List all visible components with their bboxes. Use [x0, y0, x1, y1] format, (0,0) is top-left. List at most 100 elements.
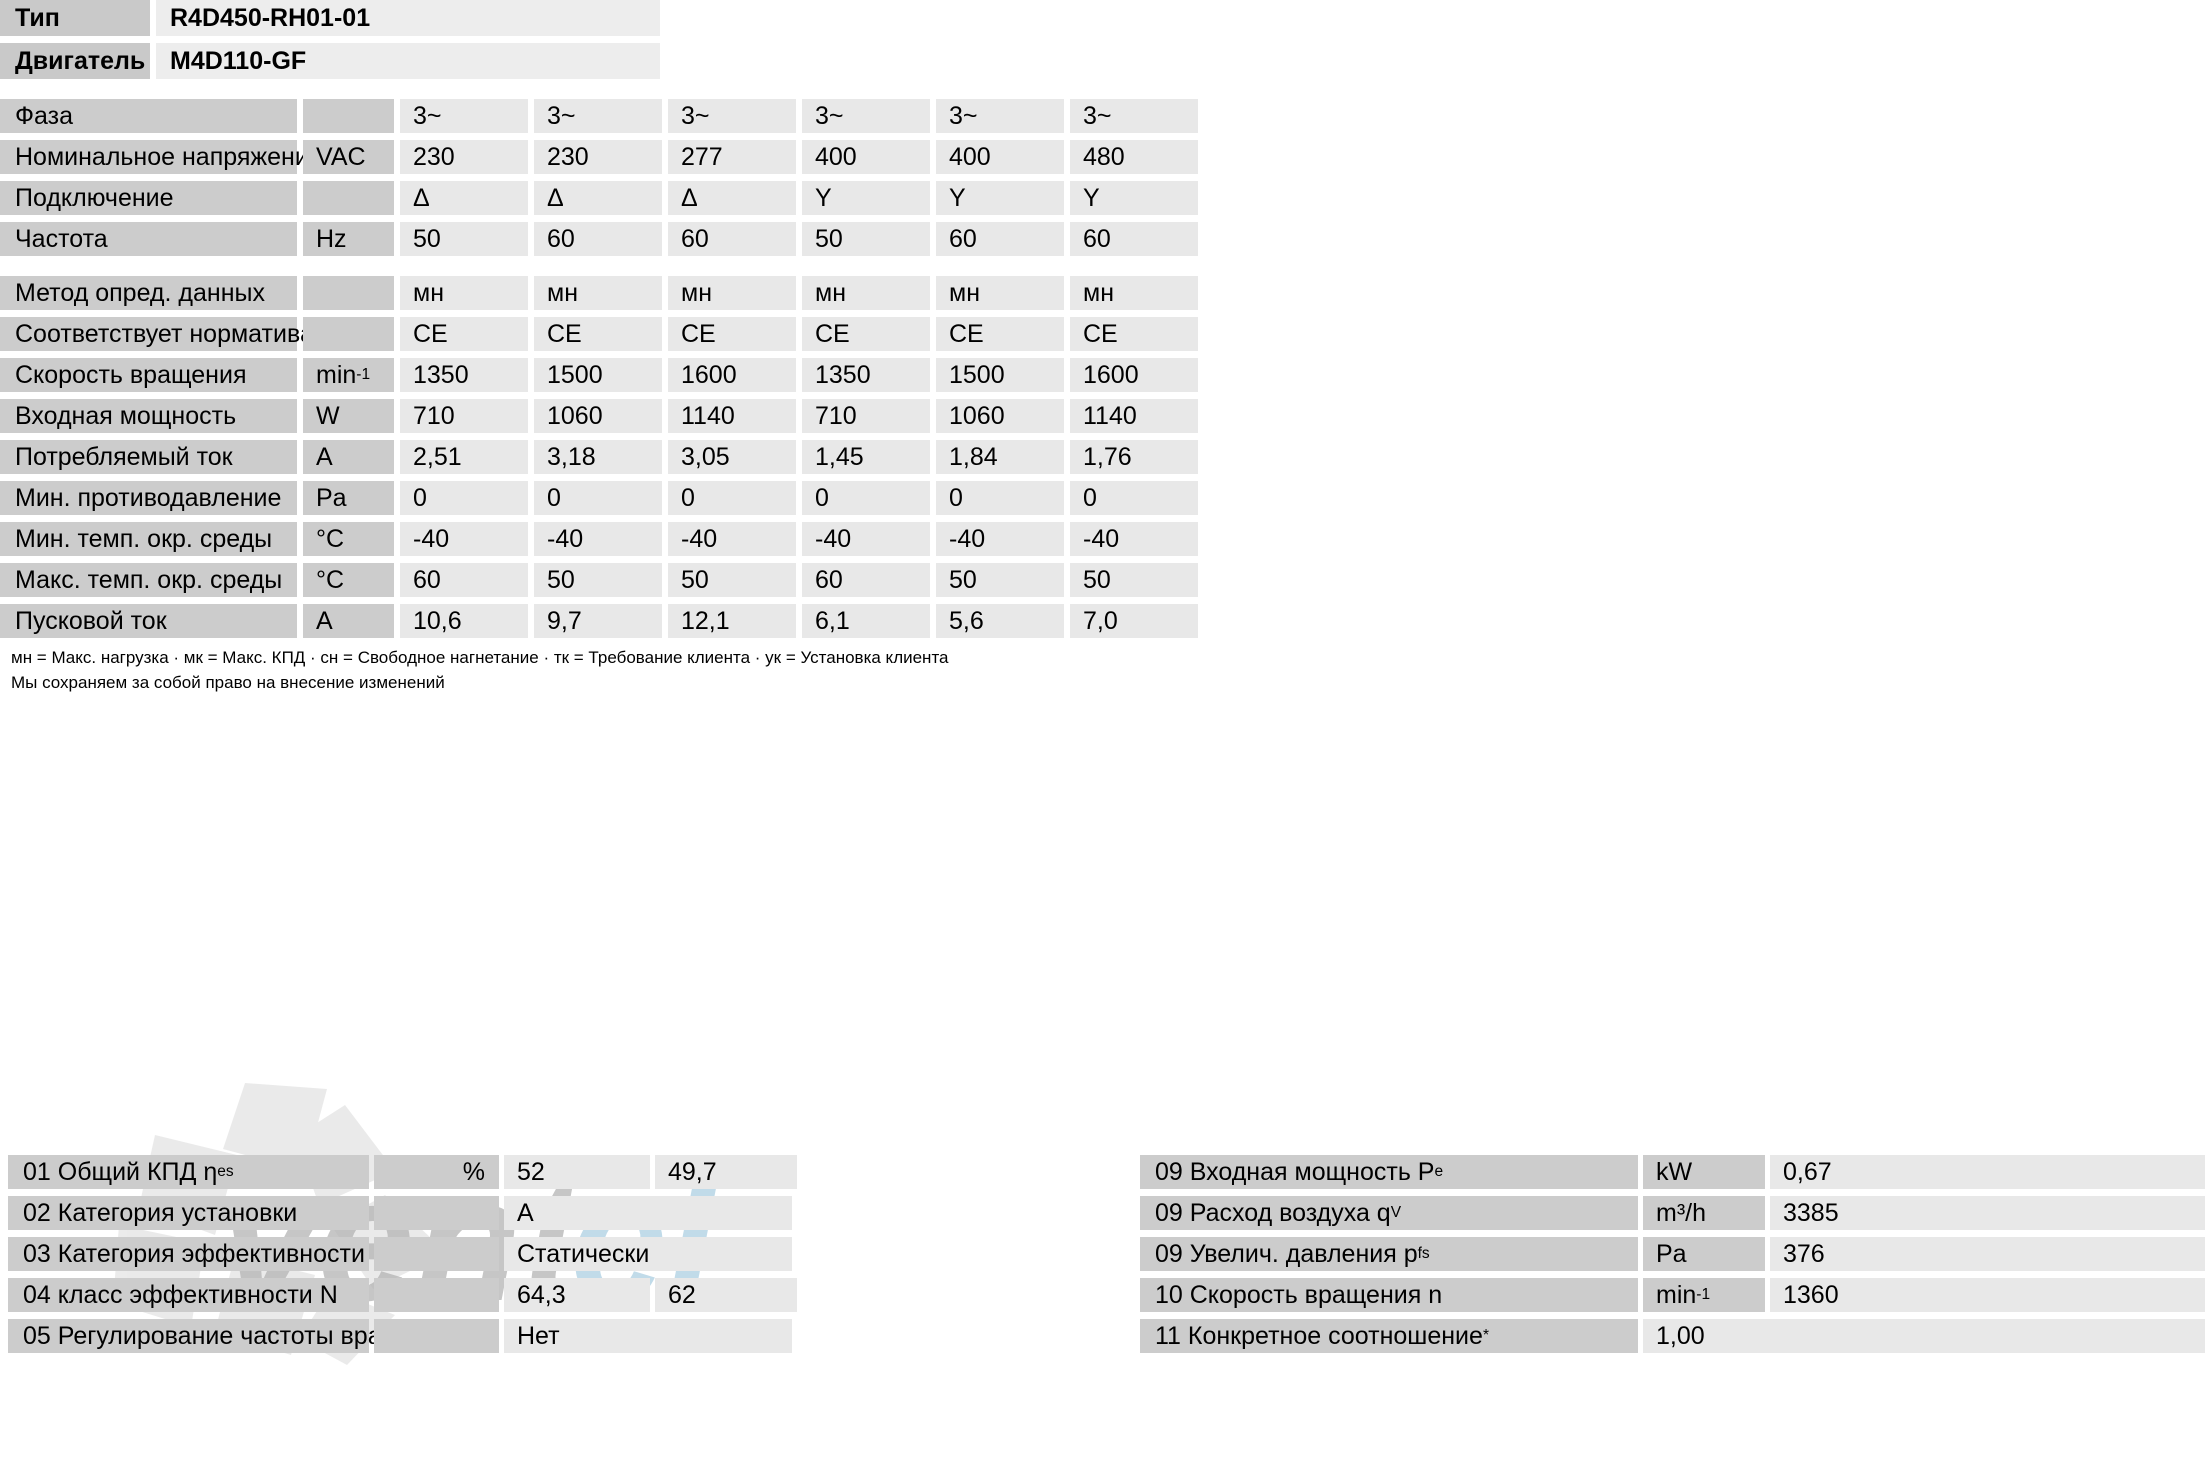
erp-left-row: 03 Категория эффективности Статически [8, 1237, 797, 1271]
spec-row: Подключение Δ Δ Δ Y Y Y [0, 181, 1198, 215]
erp-row-unit [374, 1196, 499, 1230]
erp-left-row: 05 Регулирование частоты вращения Нет [8, 1319, 797, 1353]
spec-cell: 6,1 [802, 604, 930, 638]
spec-cell: 10,6 [400, 604, 528, 638]
spec-cell: 0 [936, 481, 1064, 515]
spec-cell: 3~ [668, 99, 796, 133]
spec-cell: -40 [668, 522, 796, 556]
spec-row: Скорость вращения min -1 1350 1500 1600 1350 15… [0, 358, 1198, 392]
erp-value-1: 52 [504, 1155, 650, 1189]
spec-cell: -40 [1070, 522, 1198, 556]
spec-cell: Y [802, 181, 930, 215]
erp-row-label: 09 Входная мощность Pe [1140, 1155, 1638, 1189]
erp-left-row: 02 Категория установки A [8, 1196, 797, 1230]
spec-cell: 60 [936, 222, 1064, 256]
spec-cell: 50 [400, 222, 528, 256]
erp-value-1: Статически [504, 1237, 792, 1271]
spec-cell: 400 [936, 140, 1064, 174]
spec-cell: 0 [802, 481, 930, 515]
spec-row-unit: W [303, 399, 394, 433]
erp-value-2: 62 [655, 1278, 797, 1312]
erp-left-row: 04 класс эффективности N 64,3 62 [8, 1278, 797, 1312]
spec-cell: CE [534, 317, 662, 351]
spec-row-label: Номинальное напряжение [0, 140, 323, 174]
spec-cell: 50 [534, 563, 662, 597]
spec-row: Мин. противодавление Pa 0 0 0 0 0 0 [0, 481, 1198, 515]
spec-row-unit: Hz [303, 222, 394, 256]
spec-cell: -40 [802, 522, 930, 556]
specification-table: Фаза 3~ 3~ 3~ 3~ 3~ 3~ Номинальное напряжение VA… [0, 99, 1198, 645]
spec-row-unit: °C [303, 522, 394, 556]
spec-row-unit [303, 99, 394, 133]
spec-cell: 1350 [802, 358, 930, 392]
spec-cell: CE [668, 317, 796, 351]
spec-row-label: Частота [0, 222, 297, 256]
erp-row-label: 03 Категория эффективности [8, 1237, 369, 1271]
erp-row-label: 05 Регулирование частоты вращения [8, 1319, 457, 1353]
spec-cell: 230 [400, 140, 528, 174]
header-value: R4D450-RH01-01 [156, 0, 660, 36]
erp-left-row: 01 Общий КПД η es% 52 49,7 [8, 1155, 797, 1189]
spec-cell: мн [400, 276, 528, 310]
spec-row-label: Потребляемый ток [0, 440, 297, 474]
spec-cell: Δ [668, 181, 796, 215]
spec-row: Макс. темп. окр. среды °C 60 50 50 60 50 50 [0, 563, 1198, 597]
erp-row-unit: min -1 [1643, 1278, 1765, 1312]
spec-cell: 60 [1070, 222, 1198, 256]
spec-row: Соответствует нормативам CE CE CE CE CE CE [0, 317, 1198, 351]
spec-cell: CE [936, 317, 1064, 351]
spec-cell: 400 [802, 140, 930, 174]
spec-cell: Δ [400, 181, 528, 215]
spec-cell: -40 [936, 522, 1064, 556]
erp-row-unit: kW [1643, 1155, 1765, 1189]
spec-cell: Δ [534, 181, 662, 215]
erp-value-2: 49,7 [655, 1155, 797, 1189]
header-key: Тип [0, 0, 150, 36]
footnote-legend: мн = Макс. нагрузка · мк = Макс. КПД · с… [11, 648, 949, 667]
spec-row-label: Пусковой ток [0, 604, 297, 638]
spec-cell: 60 [534, 222, 662, 256]
spec-row: Номинальное напряжение VAC 230 230 277 400 400… [0, 140, 1198, 174]
spec-cell: мн [802, 276, 930, 310]
spec-row: Частота Hz 50 60 60 50 60 60 [0, 222, 1198, 256]
spec-cell: 710 [802, 399, 930, 433]
header-row-0: Тип R4D450-RH01-01 [0, 0, 760, 36]
spec-cell: Y [936, 181, 1064, 215]
spec-cell: CE [802, 317, 930, 351]
spec-row: Фаза 3~ 3~ 3~ 3~ 3~ 3~ [0, 99, 1198, 133]
erp-row-label: 09 Расход воздуха qV [1140, 1196, 1638, 1230]
spec-cell: -40 [400, 522, 528, 556]
spec-cell: 60 [802, 563, 930, 597]
erp-right-row: 09 Увелич. давления p fs Pa 376 [1140, 1237, 2205, 1271]
header-value: M4D110-GF [156, 43, 660, 79]
spec-cell: 1,84 [936, 440, 1064, 474]
spec-cell: 1600 [668, 358, 796, 392]
erp-row-unit [374, 1237, 499, 1271]
spec-cell: 3,18 [534, 440, 662, 474]
spec-cell: 3~ [1070, 99, 1198, 133]
spec-cell: 1140 [668, 399, 796, 433]
spec-cell: 3,05 [668, 440, 796, 474]
spec-cell: CE [1070, 317, 1198, 351]
erp-row-label: 11 Конкретное соотношение * [1140, 1319, 1638, 1353]
spec-row-unit: A [303, 440, 394, 474]
spec-cell: 1060 [936, 399, 1064, 433]
spec-cell: 50 [1070, 563, 1198, 597]
erp-value-1: 64,3 [504, 1278, 650, 1312]
spec-cell: 12,1 [668, 604, 796, 638]
spec-row-unit: VAC [303, 140, 394, 174]
erp-row-label: 01 Общий КПД η es [8, 1155, 369, 1189]
spec-row-label: Входная мощность [0, 399, 297, 433]
footnote-disclaimer: Мы сохраняем за собой право на внесение … [11, 672, 445, 692]
spec-cell: 1,76 [1070, 440, 1198, 474]
spec-cell: 7,0 [1070, 604, 1198, 638]
erp-value-1: 1,00 [1643, 1319, 2205, 1353]
spec-row: Метод опред. данных мн мн мн мн мн мн [0, 276, 1198, 310]
spec-row-unit [303, 317, 394, 351]
spec-cell: 60 [668, 222, 796, 256]
erp-value-1: Нет [504, 1319, 792, 1353]
header-key: Двигатель [0, 43, 150, 79]
erp-row-label: 09 Увелич. давления p fs [1140, 1237, 1638, 1271]
spec-row-label: Соответствует нормативам [0, 317, 331, 351]
spec-row-unit: A [303, 604, 394, 638]
